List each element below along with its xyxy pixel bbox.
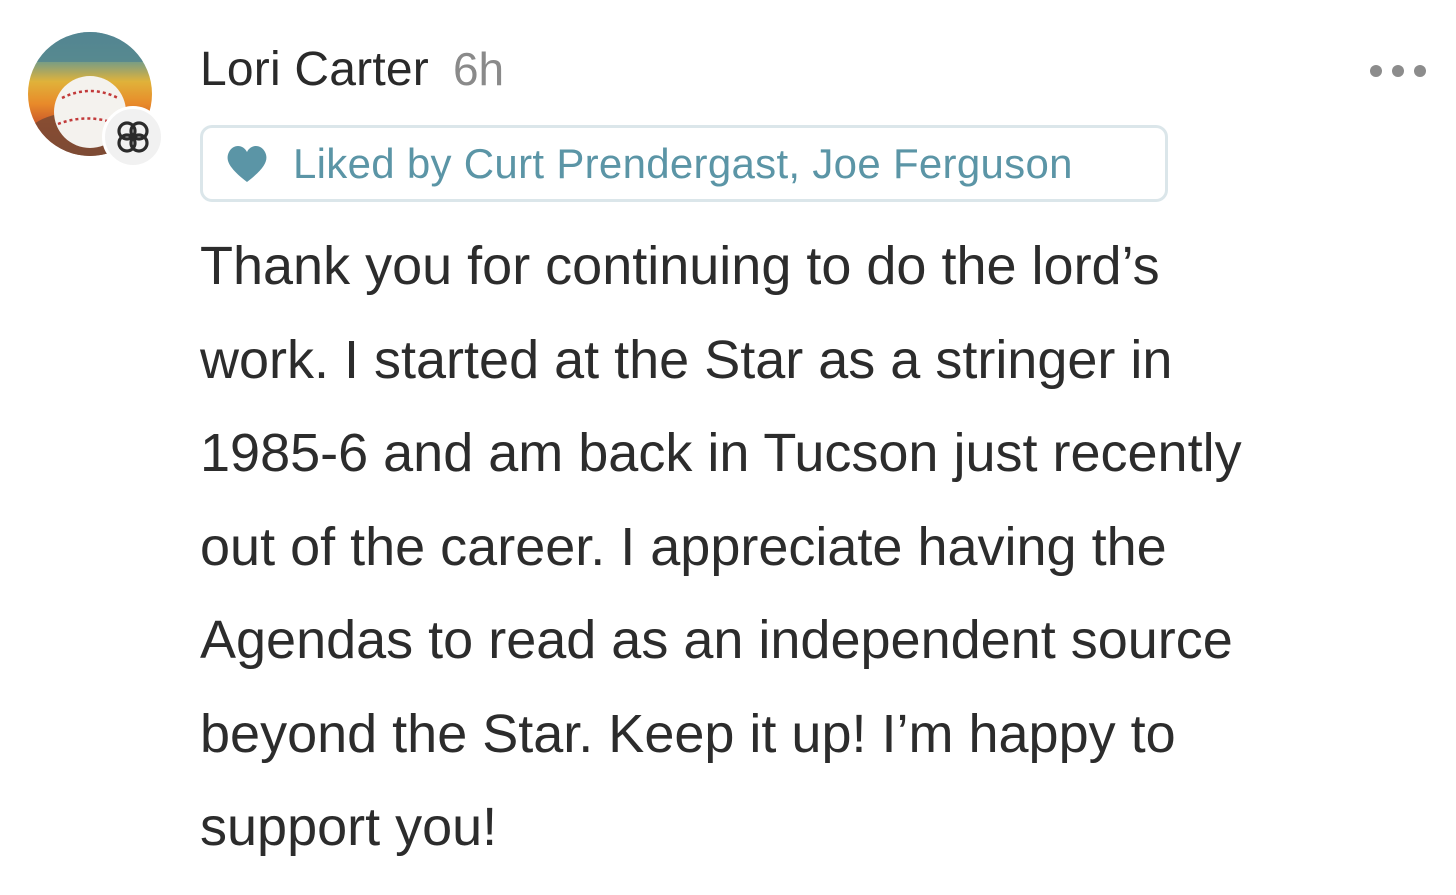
dot [1392,65,1404,77]
comment-body: Thank you for continuing to do the lord’… [200,236,1242,857]
avatar-container[interactable] [28,32,164,168]
dot [1414,65,1426,77]
heart-icon [227,145,267,182]
liked-by-text: Liked by Curt Prendergast, Joe Ferguson [293,139,1073,187]
subscriber-badge-icon [102,106,164,168]
more-options-icon[interactable] [1370,56,1426,86]
comment-header: Lori Carter 6h [200,42,504,102]
liked-by-box[interactable]: Liked by Curt Prendergast, Joe Ferguson [200,125,1168,202]
timestamp[interactable]: 6h [453,42,504,96]
author-name[interactable]: Lori Carter [200,42,429,97]
dot [1370,65,1382,77]
comment: Lori Carter 6h Liked by Curt Prendergast… [0,0,1456,895]
